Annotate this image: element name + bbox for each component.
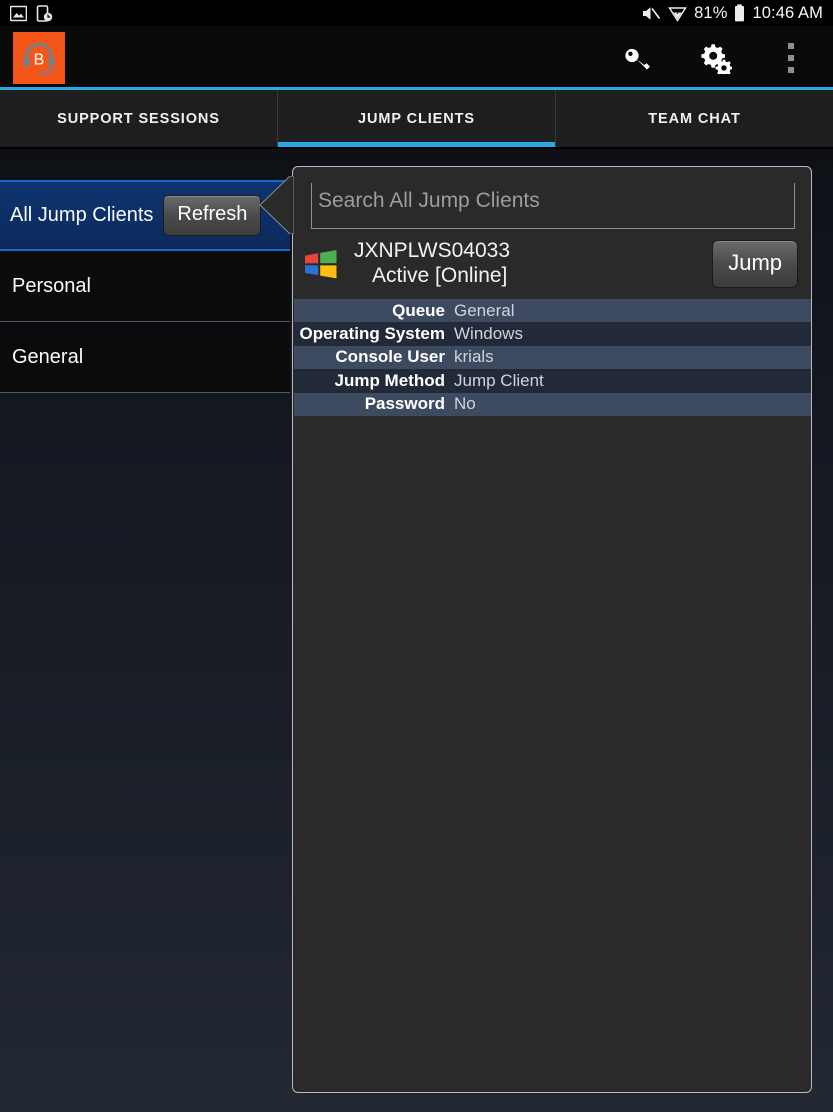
settings-gears-icon[interactable] (695, 35, 735, 81)
status-bar-right: 81% 10:46 AM (641, 4, 823, 23)
table-row: Password No (294, 392, 811, 416)
jump-clients-panel: JXNPLWS04033 Active [Online] Jump Queue … (292, 166, 812, 1093)
screenshot-icon (10, 5, 27, 22)
jump-group-sidebar: All Jump Clients Refresh Personal Genera… (0, 149, 290, 393)
detail-value: Jump Client (454, 370, 544, 390)
battery-percent: 81% (694, 3, 728, 22)
selection-pointer-notch (256, 175, 295, 235)
jump-client-info: JXNPLWS04033 Active [Online] (354, 239, 510, 289)
overflow-menu-icon[interactable] (771, 35, 811, 81)
status-bar-left-icons (10, 4, 53, 22)
jump-client-status: Active [Online] (372, 264, 508, 287)
detail-key: Operating System (299, 324, 446, 344)
status-bar-clock: 10:46 AM (752, 3, 823, 22)
sidebar-item-general[interactable]: General (0, 322, 290, 393)
sidebar-item-all-jump-clients[interactable]: All Jump Clients Refresh (0, 180, 290, 251)
tab-label: JUMP CLIENTS (358, 110, 475, 127)
table-row: Queue General (294, 299, 811, 323)
app-bar-actions (619, 35, 833, 81)
detail-value: Windows (454, 324, 523, 344)
tab-bar: SUPPORT SESSIONS JUMP CLIENTS TEAM CHAT (0, 90, 833, 147)
search-input[interactable] (311, 183, 795, 229)
key-icon[interactable] (619, 35, 659, 81)
search-field-wrapper (311, 183, 795, 229)
detail-value: General (454, 300, 515, 320)
refresh-button[interactable]: Refresh (163, 195, 262, 236)
detail-value: krials (454, 347, 494, 367)
detail-key: Password (364, 394, 445, 414)
jump-client-row[interactable]: JXNPLWS04033 Active [Online] Jump (294, 230, 811, 298)
app-bar: B (0, 26, 833, 89)
jump-button[interactable]: Jump (712, 240, 798, 288)
windows-logo-icon (304, 248, 340, 280)
jump-client-name: JXNPLWS04033 (354, 239, 511, 263)
tab-label: SUPPORT SESSIONS (57, 110, 220, 127)
table-row: Jump Method Jump Client (294, 369, 811, 393)
table-row: Operating System Windows (294, 322, 811, 346)
sidebar-item-label: Personal (12, 274, 91, 297)
volume-mute-icon (641, 5, 661, 22)
detail-key: Console User (335, 347, 445, 367)
detail-value: No (454, 394, 476, 414)
tab-label: TEAM CHAT (648, 110, 741, 127)
wifi-icon (668, 5, 688, 22)
headset-logo-icon: B (23, 42, 55, 75)
app-screen: 81% 10:46 AM B SUPPORT SESSIONS JUMP CLI… (0, 0, 833, 1112)
detail-key: Jump Method (334, 370, 446, 390)
battery-icon (734, 4, 745, 22)
tab-team-chat[interactable]: TEAM CHAT (555, 90, 833, 147)
tab-jump-clients[interactable]: JUMP CLIENTS (277, 90, 555, 147)
device-clock-icon (36, 4, 53, 22)
jump-client-details-table: Queue General Operating System Windows C… (294, 299, 811, 416)
app-logo[interactable]: B (13, 31, 65, 84)
table-row: Console User krials (294, 345, 811, 370)
logo-letter: B (34, 51, 45, 68)
sidebar-item-label: All Jump Clients (10, 204, 154, 226)
sidebar-item-label: General (12, 345, 84, 368)
sidebar-item-personal[interactable]: Personal (0, 251, 290, 322)
status-bar: 81% 10:46 AM (0, 0, 833, 26)
tab-support-sessions[interactable]: SUPPORT SESSIONS (0, 90, 277, 147)
detail-key: Queue (392, 300, 445, 320)
